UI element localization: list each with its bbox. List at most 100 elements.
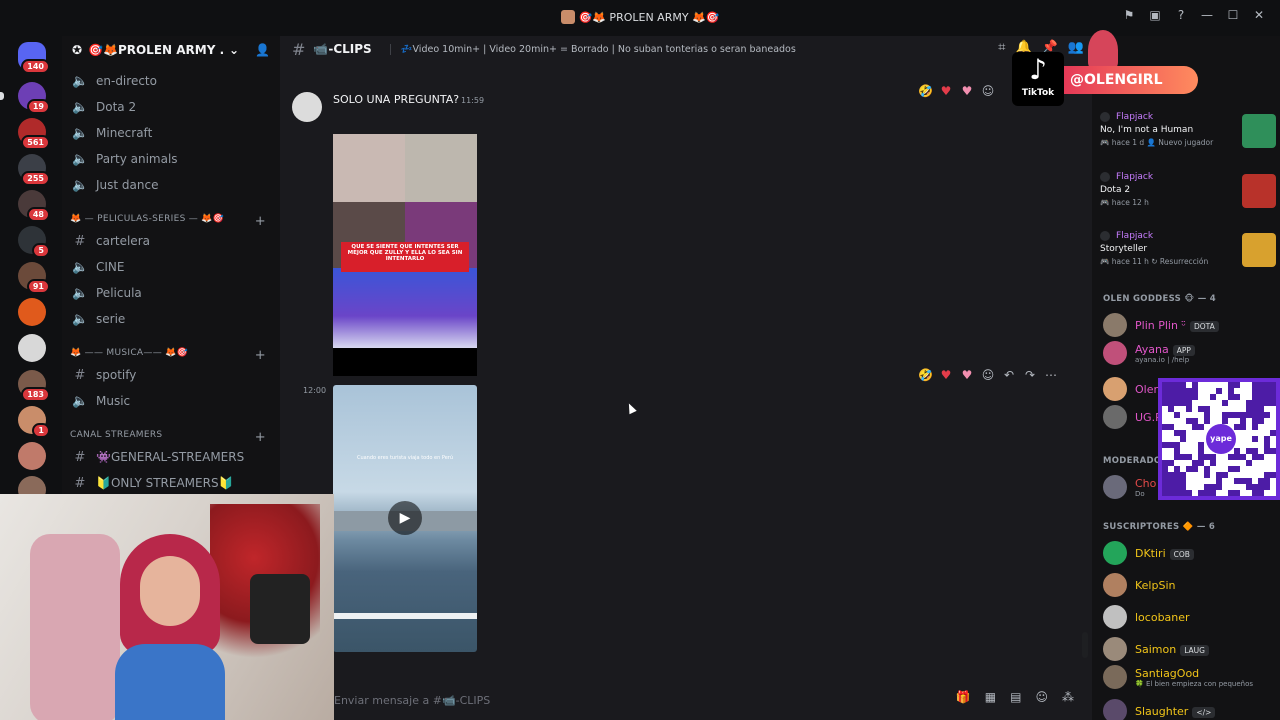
add-channel-icon[interactable]: + <box>255 214 266 229</box>
category-canal-streamers[interactable]: CANAL STREAMERS + <box>70 430 270 445</box>
server-icon[interactable]: 561 <box>18 118 50 150</box>
voice-channel-minecraft[interactable]: 🔈 Minecraft <box>70 122 270 144</box>
heart-pink-reaction-icon[interactable]: ♥ <box>960 84 974 98</box>
heart-pink-reaction-icon[interactable]: ♥ <box>960 368 974 382</box>
speaker-icon: 🔈 <box>72 393 89 409</box>
sticker-icon[interactable]: ▤ <box>1010 690 1021 704</box>
speaker-icon: 🔈 <box>72 125 89 141</box>
server-icon[interactable] <box>18 298 46 326</box>
close-icon[interactable]: ✕ <box>1246 8 1272 22</box>
member-name: Oler <box>1135 382 1159 396</box>
screen-icon[interactable]: ▣ <box>1142 8 1168 22</box>
play-icon[interactable]: ▶ <box>388 501 422 535</box>
member-item[interactable]: SantiagOod 🍀 El bien empieza con pequeños <box>1103 664 1273 690</box>
threads-icon[interactable]: ⌗ <box>998 40 1005 55</box>
members-icon[interactable]: 👥 <box>1068 40 1084 55</box>
gift-icon[interactable]: 🎁 <box>956 690 971 704</box>
section-header-goddess: OLEN GODDESS 🐵 — 4 <box>1103 294 1217 304</box>
server-icon[interactable]: 183 <box>18 370 50 402</box>
section-header-mods: MODERADO <box>1103 456 1162 466</box>
server-icon[interactable]: 48 <box>18 190 50 222</box>
voice-channel-serie[interactable]: 🔈 serie <box>70 308 270 330</box>
avatar <box>1103 699 1127 720</box>
voice-channel-just-dance[interactable]: 🔈 Just dance <box>70 174 270 196</box>
server-icon[interactable]: 91 <box>18 262 50 294</box>
member-name: KelpSin <box>1135 578 1176 592</box>
heart-red-reaction-icon[interactable]: ♥ <box>939 368 953 382</box>
author-avatar[interactable] <box>292 92 322 122</box>
member-tag: </> <box>1192 706 1216 718</box>
add-channel-icon[interactable]: + <box>255 348 266 363</box>
server-icon[interactable]: 255 <box>18 154 50 186</box>
voice-channel-pelicula[interactable]: 🔈 Pelicula <box>70 282 270 304</box>
channel-topic[interactable]: 💤Video 10min+ | Video 20min+ = Borrado |… <box>389 43 796 55</box>
voice-channel-party-animals[interactable]: 🔈 Party animals <box>70 148 270 170</box>
avatar <box>1103 475 1127 499</box>
member-name: Saimon LAUG <box>1135 643 1209 656</box>
voice-channel-music[interactable]: 🔈 Music <box>70 390 270 412</box>
add-reaction-icon[interactable]: ☺ <box>981 368 995 382</box>
emoji-icon[interactable]: ☺ <box>1035 690 1048 704</box>
laugh-reaction-icon[interactable]: 🤣 <box>918 368 933 382</box>
activity-card-1[interactable]: Flapjack No, I'm not a Human 🎮 hace 1 d … <box>1100 112 1276 168</box>
reply-icon[interactable]: ↶ <box>1002 368 1016 382</box>
unread-badge: 19 <box>26 99 50 114</box>
text-channel-spotify[interactable]: # spotify <box>70 364 270 386</box>
voice-channel-cine[interactable]: 🔈 CINE <box>70 256 270 278</box>
guild-header[interactable]: ✪ 🎯🦊PROLEN ARMY ... ⌄ 👤 <box>62 36 280 64</box>
heart-red-reaction-icon[interactable]: ♥ <box>939 84 953 98</box>
member-status: 🍀 El bien empieza con pequeños <box>1135 679 1253 688</box>
laugh-reaction-icon[interactable]: 🤣 <box>918 84 933 98</box>
title-bar: 🎯🦊 PROLEN ARMY 🦊🎯 ⚑ ▣ ? — ☐ ✕ <box>0 0 1280 36</box>
member-item[interactable]: KelpSin <box>1103 572 1273 598</box>
server-icon[interactable]: 140 <box>18 42 50 74</box>
member-item[interactable]: Saimon LAUG <box>1103 636 1273 662</box>
help-icon[interactable]: ? <box>1168 8 1194 22</box>
voice-channel-dota[interactable]: 🔈 Dota 2 <box>70 96 270 118</box>
member-item[interactable]: locobaner <box>1103 604 1273 630</box>
server-icon[interactable] <box>18 442 46 470</box>
category-musica[interactable]: 🦊 —— MUSICA—— 🦊🎯 + <box>70 348 270 363</box>
add-channel-icon[interactable]: + <box>255 430 266 445</box>
gif-icon[interactable]: ▦ <box>985 690 996 704</box>
message-timestamp-2: 12:00 <box>303 386 327 395</box>
more-icon[interactable]: ⋯ <box>1044 368 1058 382</box>
member-item[interactable]: Ayana APP ayana.io | /help <box>1103 340 1273 366</box>
add-reaction-icon[interactable]: ☺ <box>981 84 995 98</box>
tiktok-logo-icon: ♪ <box>1029 53 1047 86</box>
text-channel-general-streamers[interactable]: # 👾GENERAL-STREAMERS <box>70 446 270 468</box>
message-author[interactable]: SOLO UNA PREGUNTA? <box>333 93 459 106</box>
forward-icon[interactable]: ↷ <box>1023 368 1037 382</box>
member-tag: APP <box>1172 344 1195 356</box>
video-attachment-1[interactable]: QUE SE SIENTE QUE INTENTES SER MEJOR QUE… <box>333 134 477 376</box>
member-item[interactable]: Slaughter </> <box>1103 698 1273 720</box>
minimize-icon[interactable]: — <box>1194 8 1220 22</box>
member-item[interactable]: Plin Plin ᵕ̈ DOTA <box>1103 312 1273 338</box>
unread-badge: 255 <box>21 171 50 186</box>
voice-channel-en-directo[interactable]: 🔈 en-directo <box>70 70 270 92</box>
activity-card-3[interactable]: Flapjack Storyteller 🎮 hace 11 h ↻ Resur… <box>1100 231 1276 287</box>
video-attachment-2[interactable]: Cuando eres turista viaja todo en Perú ▶ <box>333 385 477 652</box>
video-scenery-rail <box>333 613 477 619</box>
server-icon[interactable]: 5 <box>18 226 50 258</box>
add-member-icon[interactable]: 👤 <box>255 43 270 57</box>
server-icon[interactable]: 19 <box>0 82 50 114</box>
speaker-icon: 🔈 <box>72 177 89 193</box>
video-thumbnail: QUE SE SIENTE QUE INTENTES SER MEJOR QUE… <box>333 134 477 348</box>
maximize-icon[interactable]: ☐ <box>1220 8 1246 22</box>
user-avatar-icon <box>1100 172 1110 182</box>
activity-card-2[interactable]: Flapjack Dota 2 🎮 hace 12 h <box>1100 172 1276 228</box>
text-channel-cartelera[interactable]: # cartelera <box>70 230 270 252</box>
inbox-icon[interactable]: ⚑ <box>1116 8 1142 22</box>
reaction-bar-hover: 🤣 ♥ ♥ ☺ ↶ ↷ ⋯ <box>918 368 1058 382</box>
server-icon[interactable] <box>18 334 46 362</box>
scrollbar[interactable] <box>1082 632 1088 658</box>
member-item[interactable]: DKtiri COB <box>1103 540 1273 566</box>
text-channel-only-streamers[interactable]: # 🔰ONLY STREAMERS🔰 <box>70 472 270 494</box>
speaker-icon: 🔈 <box>72 73 89 89</box>
window-controls: ⚑ ▣ ? — ☐ ✕ <box>1116 8 1272 22</box>
category-peliculas[interactable]: 🦊 — PELICULAS-SERIES — 🦊🎯 + <box>70 214 270 229</box>
server-icon[interactable]: 1 <box>18 406 50 438</box>
member-name: locobaner <box>1135 610 1190 624</box>
apps-icon[interactable]: ⁂ <box>1062 690 1074 704</box>
